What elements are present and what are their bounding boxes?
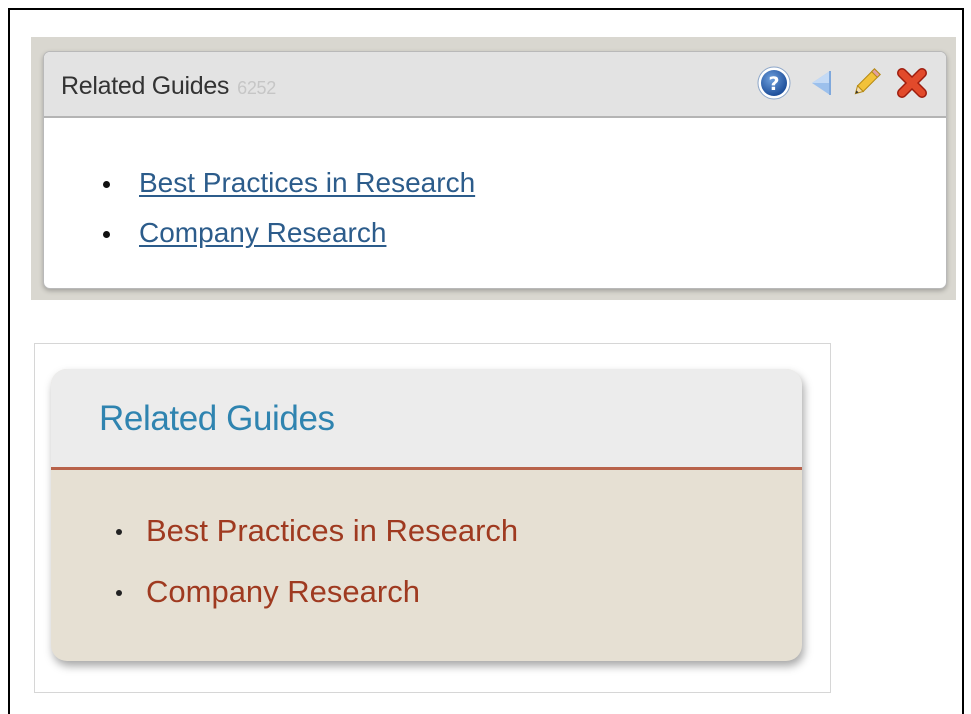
edit-widget-title: Related Guides 6252 xyxy=(61,72,276,101)
guide-link-company-research[interactable]: Company Research xyxy=(139,217,386,248)
help-icon[interactable]: ? xyxy=(756,65,792,101)
guide-link-company-research[interactable]: Company Research xyxy=(146,574,420,609)
public-widget-link-list: Best Practices in Research Company Resea… xyxy=(51,470,802,622)
delete-icon[interactable] xyxy=(894,65,930,101)
public-widget-title: Related Guides xyxy=(99,399,335,438)
pencil-icon[interactable] xyxy=(848,65,884,101)
guide-link-best-practices[interactable]: Best Practices in Research xyxy=(146,513,518,548)
list-item: Best Practices in Research xyxy=(116,500,802,561)
edit-widget-toolbar: ? xyxy=(756,65,930,101)
edit-widget-link-list: Best Practices in Research Company Resea… xyxy=(44,118,946,258)
public-widget-box: Related Guides Best Practices in Researc… xyxy=(51,369,802,661)
arrow-left-icon[interactable] xyxy=(802,65,838,101)
public-widget-container: Related Guides Best Practices in Researc… xyxy=(34,343,831,693)
edit-widget-title-text: Related Guides xyxy=(61,72,230,100)
list-item: Company Research xyxy=(116,561,802,622)
public-widget-header: Related Guides xyxy=(51,369,802,470)
edit-widget-box: Related Guides 6252 ? Best Practices in … xyxy=(43,51,947,289)
guide-link-best-practices[interactable]: Best Practices in Research xyxy=(139,167,475,198)
list-item: Best Practices in Research xyxy=(103,158,946,208)
list-item: Company Research xyxy=(103,208,946,258)
svg-text:?: ? xyxy=(768,73,779,95)
guide-id-label: 6252 xyxy=(237,78,276,98)
edit-widget-container: Related Guides 6252 ? Best Practices in … xyxy=(31,37,956,300)
edit-widget-header: Related Guides 6252 ? xyxy=(44,52,946,118)
